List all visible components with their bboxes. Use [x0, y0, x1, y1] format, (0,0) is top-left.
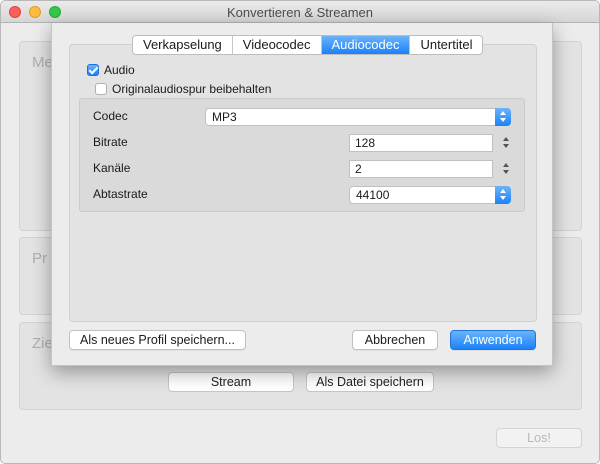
- channels-label: Kanäle: [93, 161, 131, 175]
- samplerate-value: 44100: [356, 188, 390, 202]
- tab-audiocodec[interactable]: Audiocodec: [321, 36, 411, 54]
- bitrate-stepper-icon[interactable]: [501, 134, 512, 152]
- samplerate-select[interactable]: 44100: [349, 186, 511, 204]
- keep-original-row[interactable]: Originalaudiospur beibehalten: [95, 82, 271, 96]
- channels-input[interactable]: 2: [349, 160, 493, 178]
- channels-stepper-icon[interactable]: [501, 160, 512, 178]
- profile-group-label: Pr: [32, 250, 47, 267]
- cancel-button[interactable]: Abbrechen: [352, 330, 438, 350]
- updown-arrows-icon: [495, 186, 511, 204]
- save-new-profile-button[interactable]: Als neues Profil speichern...: [69, 330, 246, 350]
- bitrate-label: Bitrate: [93, 135, 128, 149]
- codec-select[interactable]: MP3: [205, 108, 511, 126]
- bitrate-input[interactable]: 128: [349, 134, 493, 152]
- source-group-label: Me: [32, 54, 53, 71]
- codec-value: MP3: [212, 110, 237, 124]
- stream-button[interactable]: Stream: [168, 372, 294, 392]
- save-as-file-button[interactable]: Als Datei speichern: [306, 372, 434, 392]
- audio-checkbox-label: Audio: [104, 63, 135, 77]
- codec-label: Codec: [93, 109, 128, 123]
- title-bar: Konvertieren & Streamen: [1, 1, 599, 23]
- apply-button[interactable]: Anwenden: [450, 330, 536, 350]
- tab-encapsulation[interactable]: Verkapselung: [133, 36, 233, 54]
- codec-settings-box: Codec MP3 Bitrate 128 Kanäle 2 Abtastrat…: [79, 98, 525, 212]
- tab-subtitles[interactable]: Untertitel: [410, 36, 482, 54]
- updown-arrows-icon: [495, 108, 511, 126]
- tab-videocodec[interactable]: Videocodec: [233, 36, 322, 54]
- audio-checkbox-row[interactable]: Audio: [87, 63, 135, 77]
- main-window: Konvertieren & Streamen Me Pr Zie Stream…: [0, 0, 600, 464]
- window-title: Konvertieren & Streamen: [227, 5, 373, 20]
- audio-settings-sheet: Verkapselung Videocodec Audiocodec Unter…: [51, 23, 553, 366]
- destination-group-label: Zie: [32, 335, 53, 352]
- tab-bar: Verkapselung Videocodec Audiocodec Unter…: [132, 35, 484, 55]
- audio-checkbox[interactable]: [87, 64, 99, 76]
- samplerate-label: Abtastrate: [93, 187, 148, 201]
- keep-original-label: Originalaudiospur beibehalten: [112, 82, 272, 96]
- go-button[interactable]: Los!: [496, 428, 582, 448]
- keep-original-checkbox[interactable]: [95, 83, 107, 95]
